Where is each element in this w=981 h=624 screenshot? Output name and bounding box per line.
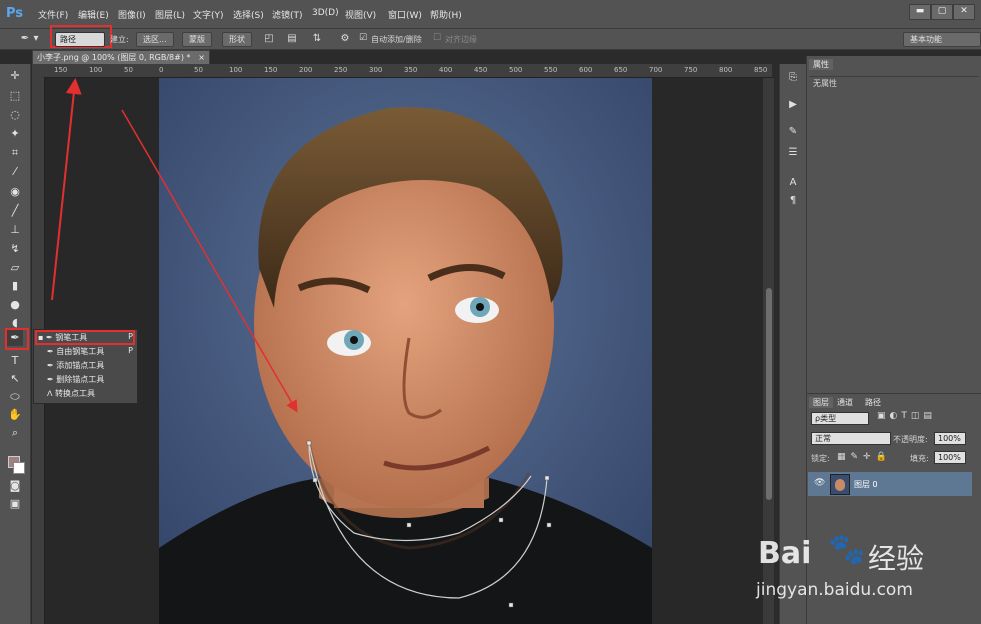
paw-icon: 🐾	[828, 532, 866, 567]
arrow-to-mode-select	[51, 78, 82, 301]
watermark-suffix: 经验	[868, 542, 925, 575]
baidu-watermark: Bai 🐾 经验 jingyan.baidu.com	[750, 522, 980, 622]
arrow-to-path	[121, 109, 298, 413]
watermark-brand: Bai	[758, 536, 812, 571]
watermark-url: jingyan.baidu.com	[756, 580, 913, 600]
